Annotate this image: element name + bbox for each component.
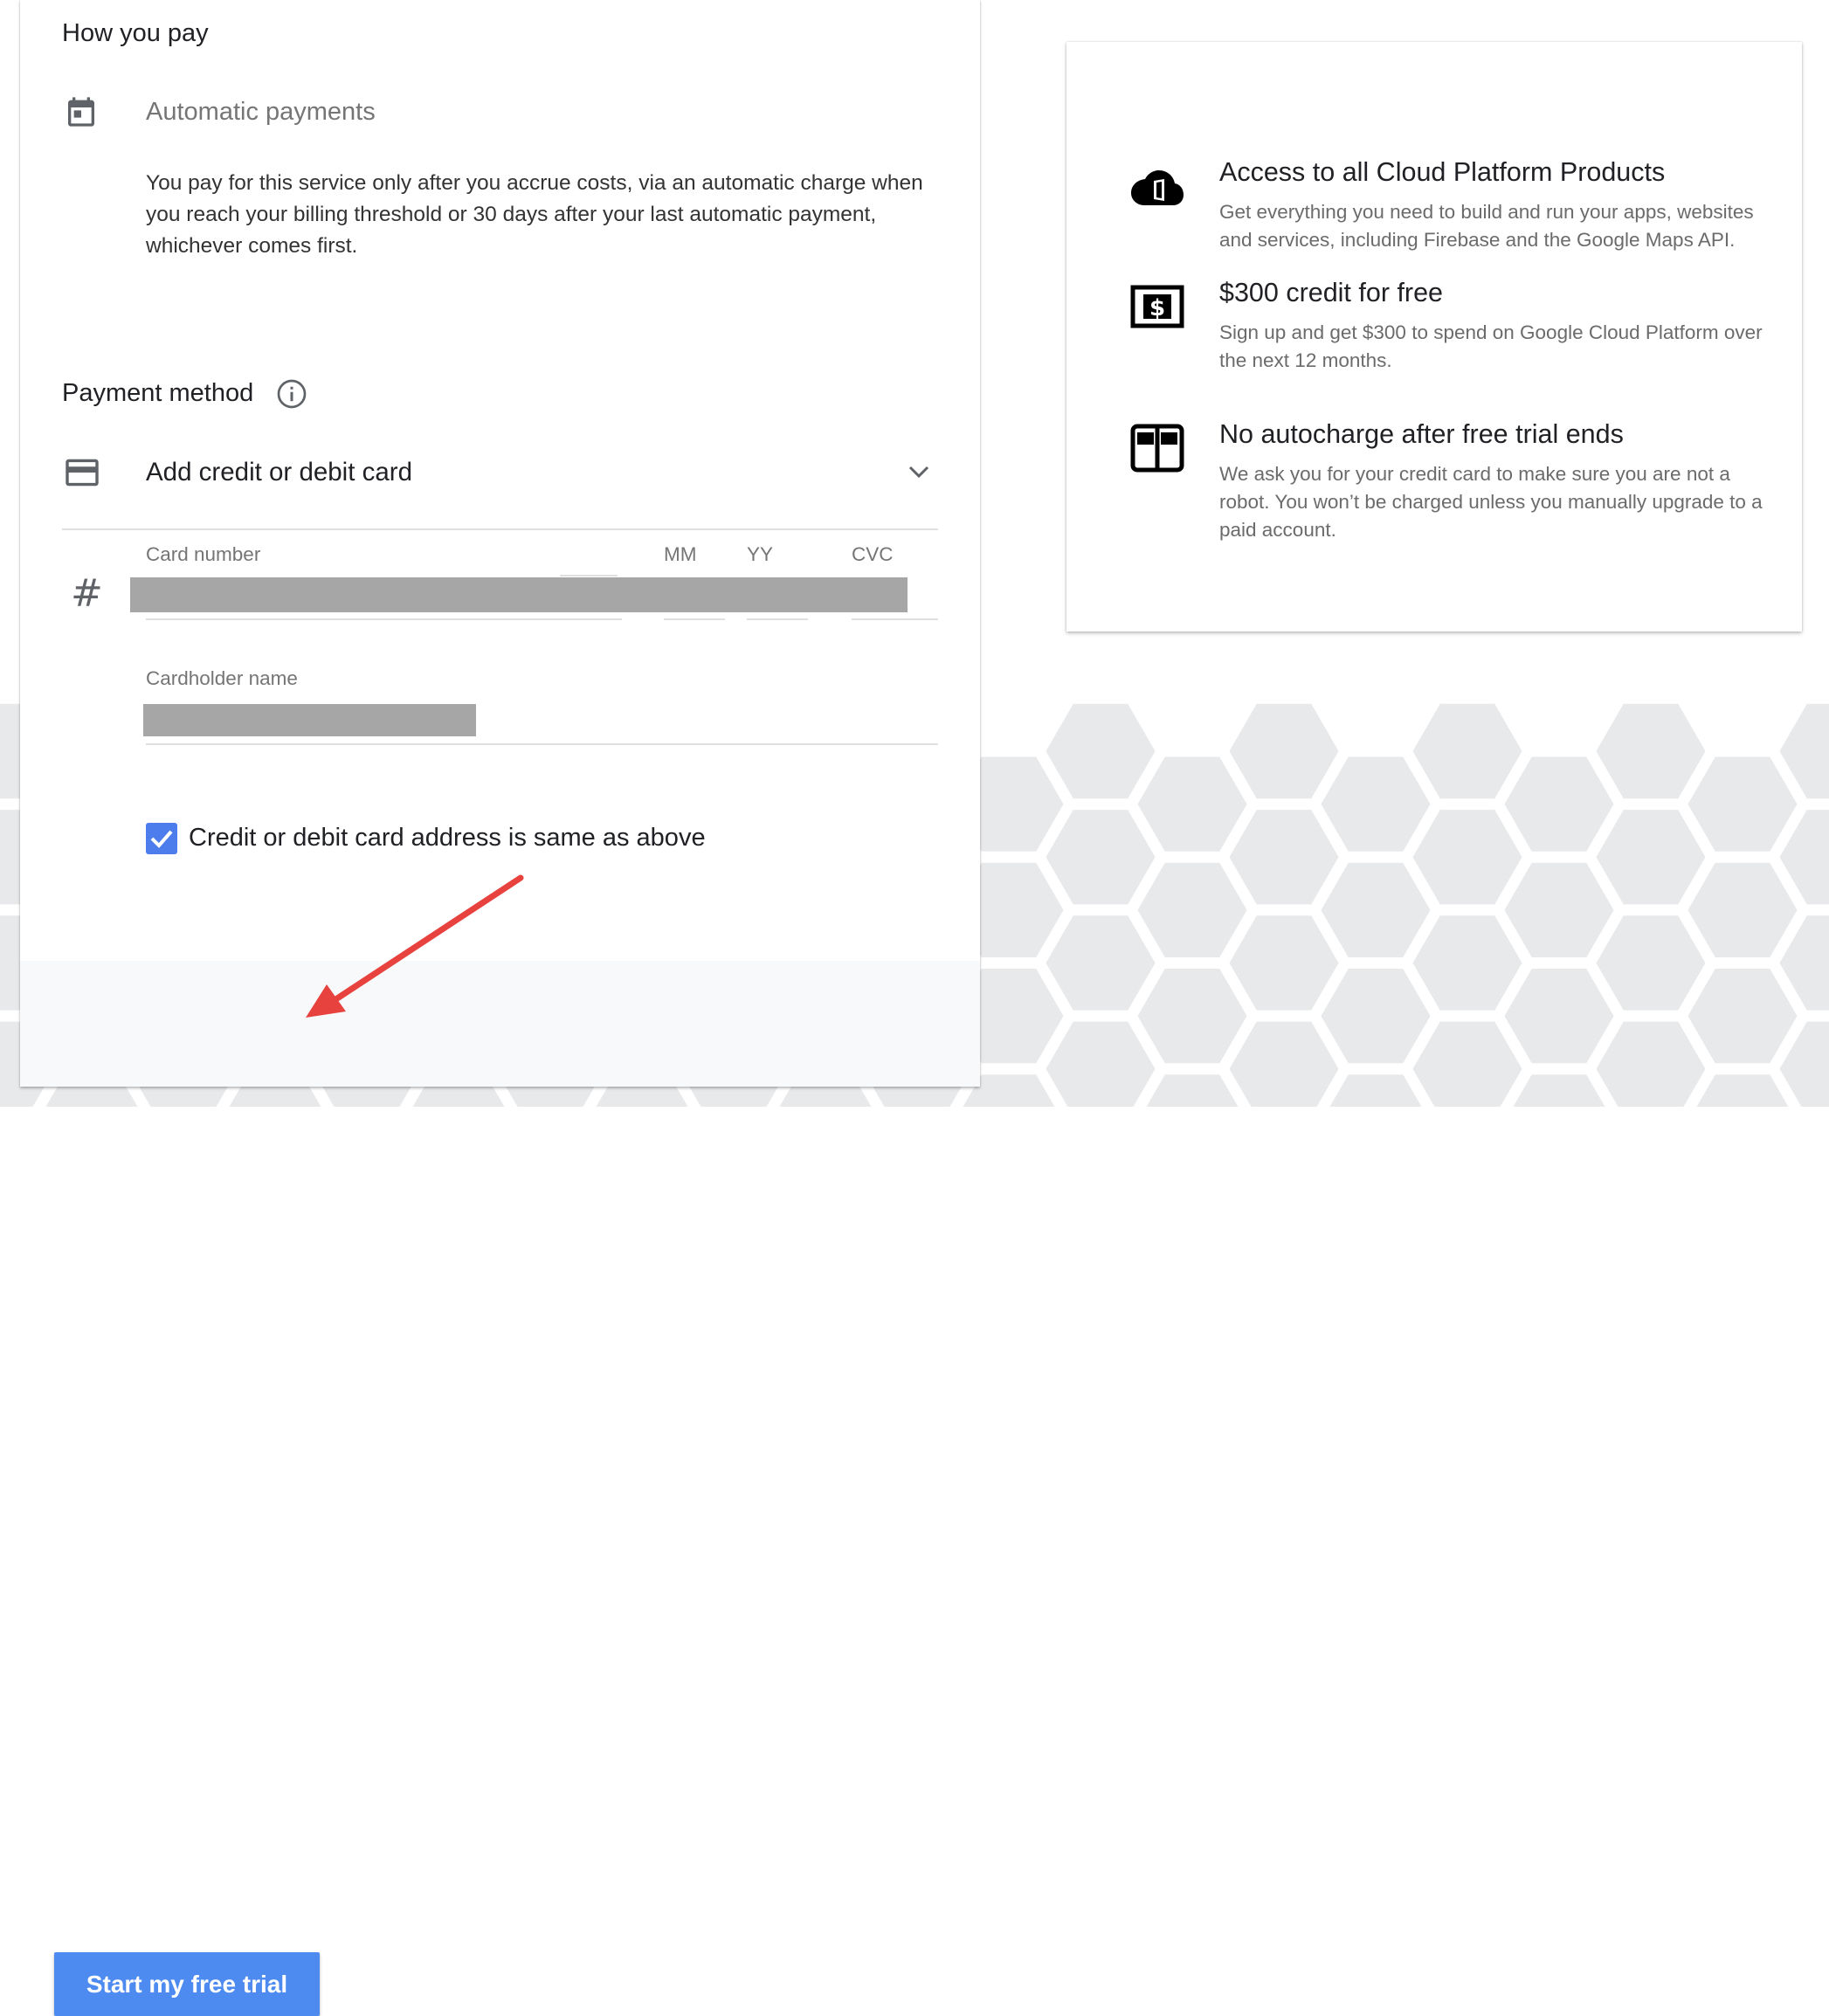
expiry-month-label: MM xyxy=(664,543,697,565)
info-icon[interactable] xyxy=(276,378,307,410)
svg-text:$: $ xyxy=(1149,295,1165,321)
benefit-title: No autocharge after free trial ends xyxy=(1219,419,1624,449)
hexagon-tile xyxy=(1039,804,1162,910)
credit-card-icon xyxy=(66,459,99,487)
hexagon-tile xyxy=(1406,804,1529,910)
cvc-underline xyxy=(852,618,938,620)
cardholder-name-underline xyxy=(146,743,938,745)
chevron-down-icon[interactable] xyxy=(906,461,932,482)
card-number-underline xyxy=(146,618,622,620)
hexagon-tile xyxy=(1590,804,1712,910)
hexagon-tile xyxy=(1315,857,1437,963)
divider xyxy=(62,528,938,530)
hexagon-tile xyxy=(1590,698,1712,804)
hexagon-tile xyxy=(1131,751,1253,857)
expiry-year-label: YY xyxy=(747,543,774,565)
hexagon-tile xyxy=(1406,1016,1529,1107)
hexagon-tile xyxy=(1681,963,1804,1069)
checkmark-icon xyxy=(150,830,173,848)
benefit-description: Sign up and get $300 to spend on Google … xyxy=(1219,321,1763,371)
calendar-icon xyxy=(68,97,94,127)
hexagon-tile xyxy=(1131,963,1253,1069)
cloud-icon xyxy=(1131,170,1184,205)
hexagon-tile xyxy=(1039,910,1162,1016)
card-number-label: Card number xyxy=(146,543,261,565)
hexagon-tile xyxy=(1315,751,1437,857)
hexagon-tile xyxy=(1590,910,1712,1016)
benefit-description: Get everything you need to build and run… xyxy=(1219,201,1754,251)
address-same-label[interactable]: Credit or debit card address is same as … xyxy=(189,824,706,853)
expiry-month-underline xyxy=(664,618,725,620)
hexagon-tile xyxy=(1039,698,1162,804)
expiry-year-underline xyxy=(747,618,808,620)
address-same-checkbox[interactable] xyxy=(146,823,177,854)
hexagon-tile xyxy=(1681,751,1804,857)
hexagon-tile xyxy=(1223,698,1345,804)
automatic-payments-label: Automatic payments xyxy=(146,98,376,126)
hexagon-tile xyxy=(1223,804,1345,910)
cvc-label: CVC xyxy=(852,543,894,565)
hexagon-tile xyxy=(1223,1016,1345,1107)
hexagon-tile xyxy=(1498,751,1620,857)
benefit-title: Access to all Cloud Platform Products xyxy=(1219,157,1666,187)
add-card-dropdown[interactable]: Add credit or debit card xyxy=(146,458,412,487)
dollar-bill-icon: $ xyxy=(1130,285,1184,328)
hexagon-tile xyxy=(1223,910,1345,1016)
start-free-trial-button[interactable]: Start my free trial xyxy=(54,1952,320,2016)
benefit-title: $300 credit for free xyxy=(1219,278,1444,307)
hexagon-tile xyxy=(1406,698,1529,804)
annotation-arrow xyxy=(306,874,524,1018)
card-number-input-redacted[interactable] xyxy=(130,577,908,612)
hexagon-tile xyxy=(1315,963,1437,1069)
hexagon-tile xyxy=(1498,857,1620,963)
hexagon-tile xyxy=(1039,1016,1162,1107)
automatic-payments-description: You pay for this service only after you … xyxy=(146,171,923,258)
hexagon-tile xyxy=(1406,910,1529,1016)
how-you-pay-heading: How you pay xyxy=(62,19,209,47)
hash-icon: # xyxy=(71,571,103,616)
hexagon-tile xyxy=(1131,857,1253,963)
no-autocharge-icon xyxy=(1130,424,1184,473)
cardholder-name-label: Cardholder name xyxy=(146,667,298,689)
field-underline xyxy=(560,575,618,576)
benefit-description: We ask you for your credit card to make … xyxy=(1219,463,1763,541)
cardholder-name-input-redacted[interactable] xyxy=(143,704,476,736)
hexagon-tile xyxy=(1498,963,1620,1069)
hexagon-tile xyxy=(1681,857,1804,963)
hexagon-tile xyxy=(1590,1016,1712,1107)
benefits-card: Access to all Cloud Platform Products Ge… xyxy=(1066,42,1802,632)
payment-method-heading: Payment method xyxy=(62,379,254,407)
